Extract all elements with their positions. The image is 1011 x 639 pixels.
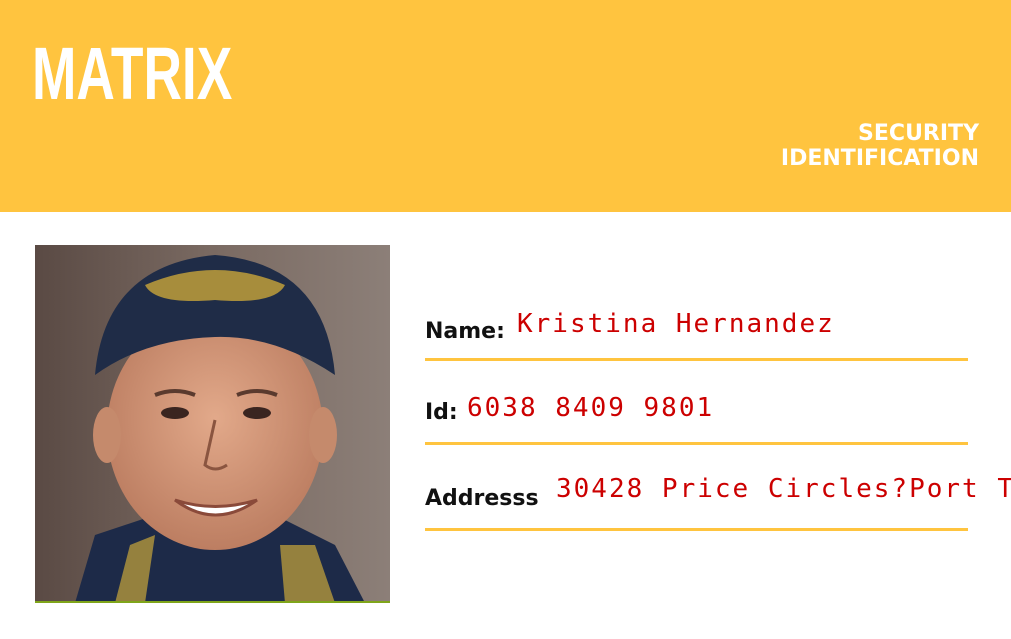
portrait-illustration (35, 245, 390, 601)
name-value: Kristina Hernandez (517, 309, 835, 339)
portrait-photo (35, 245, 390, 603)
card-subtitle: SECURITY IDENTIFICATION (781, 121, 979, 171)
name-label: Name: (425, 319, 505, 344)
id-card: MATRIX SECURITY IDENTIFICATION Name: Kri… (0, 0, 1011, 639)
address-underline (425, 528, 968, 531)
subtitle-line-2: IDENTIFICATION (780, 146, 979, 171)
address-label: Addresss (425, 486, 539, 511)
name-underline (425, 358, 968, 361)
id-value: 6038 8409 9801 (467, 393, 715, 423)
address-value: 30428 Price Circles?Port T (556, 474, 1011, 504)
id-label: Id: (425, 400, 458, 425)
id-underline (425, 442, 968, 445)
brand-logo-text: MATRIX (32, 32, 233, 115)
subtitle-line-1: SECURITY (858, 121, 979, 146)
card-header: MATRIX SECURITY IDENTIFICATION (0, 0, 1011, 212)
